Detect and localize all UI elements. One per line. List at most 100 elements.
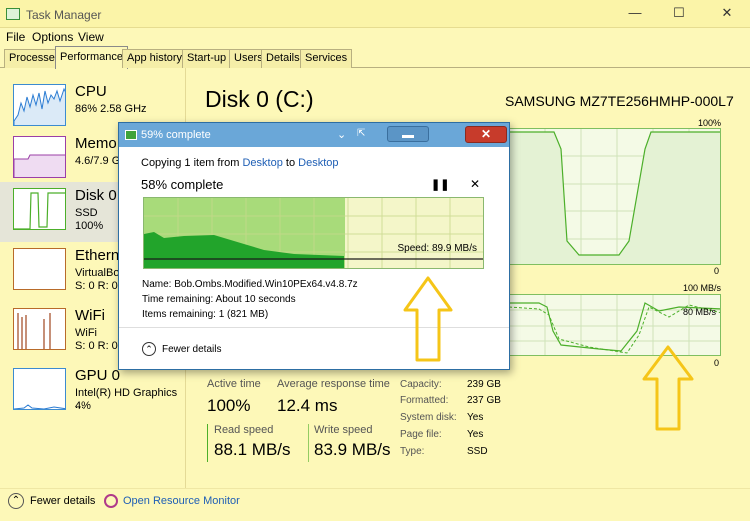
sidebar-gpu-usage: 4% xyxy=(75,400,91,412)
copy-mid: to xyxy=(282,157,299,169)
menu-options[interactable]: Options xyxy=(32,30,73,44)
menu-view[interactable]: View xyxy=(78,30,104,44)
sidebar-memory-name: Memo xyxy=(75,135,117,152)
task-manager-footer: ⌃ Fewer details Open Resource Monitor xyxy=(0,488,750,521)
copy-description: Copying 1 item from Desktop to Desktop xyxy=(141,157,339,169)
menu-file[interactable]: File xyxy=(6,30,25,44)
source-link[interactable]: Desktop xyxy=(242,157,282,169)
tab-bar: Processes Performance App history Start-… xyxy=(0,46,750,69)
tab-performance[interactable]: Performance xyxy=(55,46,128,69)
cpu-thumbnail-graph xyxy=(13,84,66,126)
arrow-up-annotation-right xyxy=(642,345,694,431)
write-speed-value: 83.9 MB/s xyxy=(314,440,391,459)
dialog-fewer-details-link[interactable]: Fewer details xyxy=(162,344,221,355)
gpu-thumbnail-graph xyxy=(13,368,66,410)
copy-speed: Speed: 89.9 MB/s xyxy=(397,243,478,254)
sidebar-ethernet-speed: S: 0 R: 0 xyxy=(75,280,118,292)
sidebar-disk-name: Disk 0 xyxy=(75,187,117,204)
disk-thumbnail-line xyxy=(14,192,65,229)
system-disk-value: Yes xyxy=(467,412,484,423)
dialog-pin-icon[interactable]: ⇱ xyxy=(357,128,365,139)
pause-button[interactable]: ❚❚ xyxy=(431,178,449,191)
wifi-thumbnail-graph xyxy=(13,308,66,350)
sidebar-item-gpu[interactable]: GPU 0 Intel(R) HD Graphics ... 4% xyxy=(0,362,186,422)
transfer-rate-axis-max: 100 MB/s xyxy=(683,283,722,293)
arrow-up-annotation-dialog xyxy=(403,276,453,362)
page-file-value: Yes xyxy=(467,429,484,440)
disk-model: SAMSUNG MZ7TE256HMHP-000L7 xyxy=(505,93,734,109)
percent-complete: 58% complete xyxy=(141,177,224,192)
dialog-minimize-button[interactable] xyxy=(387,126,429,142)
items-remaining: Items remaining: 1 (821 MB) xyxy=(142,309,269,320)
sidebar-wifi-adapter: WiFi xyxy=(75,327,97,339)
close-button[interactable]: ✕ xyxy=(712,4,742,22)
dialog-title: 59% complete xyxy=(141,129,211,141)
minimize-button[interactable]: — xyxy=(620,4,650,22)
tab-services[interactable]: Services xyxy=(300,49,353,68)
formatted-value: 237 GB xyxy=(467,395,501,406)
resource-monitor-icon xyxy=(104,494,118,508)
dialog-titlebar: 59% complete ⌄ ⇱ ✕ xyxy=(119,123,509,147)
active-time-line xyxy=(509,129,720,264)
chevron-up-icon[interactable]: ⌃ xyxy=(8,493,24,509)
sidebar-cpu-name: CPU xyxy=(75,83,107,100)
formatted-label: Formatted: xyxy=(400,395,449,406)
copy-speed-chart xyxy=(144,198,483,268)
type-value: SSD xyxy=(467,446,488,457)
read-speed-label: Read speed xyxy=(214,424,274,436)
sidebar-wifi-speed: S: 0 R: 0 xyxy=(75,340,118,352)
task-manager-titlebar: Task Manager — ☐ ✕ xyxy=(0,0,750,28)
read-speed-value: 88.1 MB/s xyxy=(214,440,291,459)
transfer-rate-axis-zero: 0 xyxy=(714,358,720,368)
chevron-up-icon[interactable]: ⌃ xyxy=(142,342,156,356)
disk-thumbnail-graph xyxy=(13,188,66,230)
copy-speed-graph: Speed: 89.9 MB/s xyxy=(143,197,484,269)
sidebar-gpu-name: GPU 0 xyxy=(75,367,121,384)
active-time-value: 100% xyxy=(207,396,251,415)
gpu-thumbnail-line xyxy=(14,404,65,409)
active-time-axis-zero: 0 xyxy=(714,266,720,276)
sidebar-disk-type: SSD xyxy=(75,207,98,219)
memory-thumbnail-line xyxy=(14,154,65,177)
active-time-label: Active time xyxy=(207,378,261,390)
sidebar-ethernet-adapter: VirtualBo xyxy=(75,267,120,279)
maximize-button[interactable]: ☐ xyxy=(664,4,694,22)
capacity-label: Capacity: xyxy=(400,379,442,390)
copy-progress-icon xyxy=(125,130,137,140)
file-name: Name: Bob.Ombs.Modified.Win10PEx64.v4.8.… xyxy=(142,279,358,290)
sidebar-wifi-name: WiFi xyxy=(75,307,105,324)
capacity-value: 239 GB xyxy=(467,379,501,390)
wifi-thumbnail-line xyxy=(17,313,51,349)
system-disk-label: System disk: xyxy=(400,412,457,423)
tab-startup[interactable]: Start-up xyxy=(182,49,232,68)
window-title: Task Manager xyxy=(26,8,102,22)
sidebar-gpu-model: Intel(R) HD Graphics ... xyxy=(75,387,178,411)
response-time-value: 12.4 ms xyxy=(277,396,338,415)
write-speed-label: Write speed xyxy=(314,424,373,436)
sidebar-cpu-usage: 86% 2.58 GHz xyxy=(75,103,147,115)
transfer-rate-axis-mid: 80 MB/s xyxy=(682,307,716,317)
read-speed-divider xyxy=(207,424,208,462)
minimize-icon xyxy=(402,135,414,138)
memory-thumbnail-graph xyxy=(13,136,66,178)
dialog-close-button[interactable]: ✕ xyxy=(465,126,507,143)
tab-app-history[interactable]: App history xyxy=(122,49,188,68)
cpu-thumbnail-line xyxy=(14,87,65,125)
copy-prefix: Copying 1 item from xyxy=(141,157,243,169)
write-speed-divider xyxy=(308,424,309,462)
cancel-copy-button[interactable]: ✕ xyxy=(470,177,480,191)
task-manager-app-icon xyxy=(6,8,20,20)
tab-details[interactable]: Details xyxy=(261,49,305,68)
ethernet-thumbnail-graph xyxy=(13,248,66,290)
menu-bar: File Options View xyxy=(0,28,750,46)
active-time-axis-max: 100% xyxy=(698,118,722,128)
active-time-graph xyxy=(508,128,721,265)
disk-heading: Disk 0 (C:) xyxy=(205,86,314,112)
destination-link[interactable]: Desktop xyxy=(298,157,338,169)
sidebar-disk-usage: 100% xyxy=(75,220,104,232)
type-label: Type: xyxy=(400,446,425,457)
page-file-label: Page file: xyxy=(400,429,442,440)
open-resource-monitor-link[interactable]: Open Resource Monitor xyxy=(123,495,240,507)
dialog-menu-icon[interactable]: ⌄ xyxy=(337,128,346,141)
fewer-details-link[interactable]: Fewer details xyxy=(30,495,95,507)
